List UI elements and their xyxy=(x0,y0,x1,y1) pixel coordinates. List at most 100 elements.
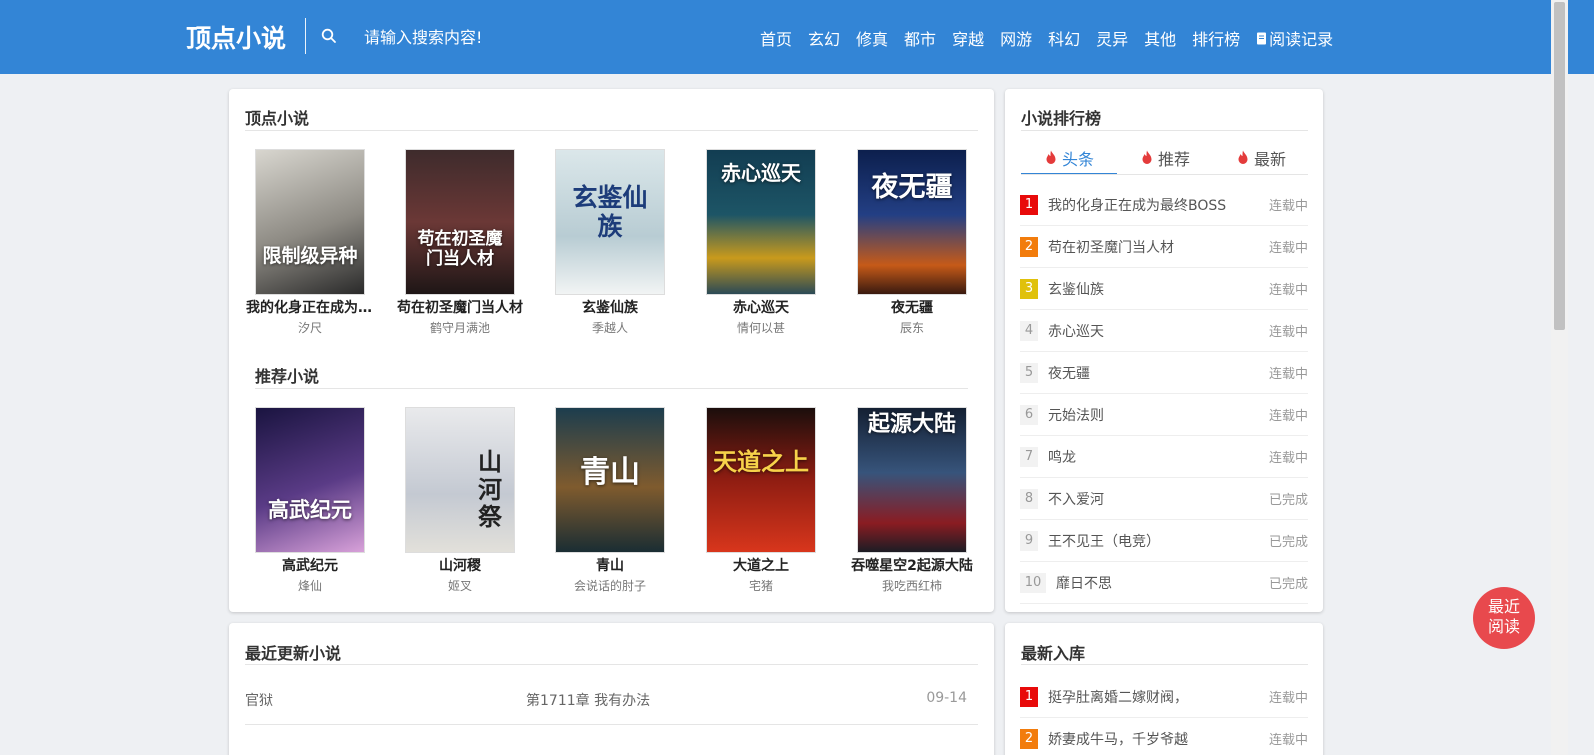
ranking-item[interactable]: 7 鸣龙 连载中 xyxy=(1020,436,1308,478)
cover-title-text: 天道之上 xyxy=(713,447,809,476)
rank-title[interactable]: 王不见王（电竞） xyxy=(1048,531,1261,551)
book-cover[interactable]: 青山 xyxy=(555,407,665,553)
search-icon[interactable] xyxy=(321,28,337,44)
search-input[interactable] xyxy=(358,22,578,52)
book-cover[interactable]: 限制级异种 xyxy=(255,149,365,295)
ranking-item[interactable]: 4 赤心巡天 连载中 xyxy=(1020,310,1308,352)
book-title[interactable]: 玄鉴仙族 xyxy=(540,297,680,317)
ranking-item[interactable]: 10 靡日不思 已完成 xyxy=(1020,562,1308,604)
nav-reading-history[interactable]: 阅读记录 xyxy=(1256,26,1333,50)
ranking-item[interactable]: 5 夜无疆 连载中 xyxy=(1020,352,1308,394)
ranking-item[interactable]: 9 王不见王（电竞） 已完成 xyxy=(1020,520,1308,562)
book-cover[interactable]: 山河祭 xyxy=(405,407,515,553)
book-card[interactable]: 夜无疆 夜无疆 辰东 xyxy=(842,149,982,336)
rank-number: 8 xyxy=(1020,488,1038,509)
book-title[interactable]: 苟在初圣魔门当人材 xyxy=(390,297,530,317)
book-cover[interactable]: 起源大陆 xyxy=(857,407,967,553)
book-author: 鹤守月满池 xyxy=(429,321,490,335)
rank-title[interactable]: 夜无疆 xyxy=(1048,363,1261,383)
tab-toutiao[interactable]: 头条 xyxy=(1021,146,1117,170)
nav-xiuzhen[interactable]: 修真 xyxy=(856,26,888,50)
book-card[interactable]: 高武纪元 高武纪元 烽仙 xyxy=(240,407,380,594)
rank-title[interactable]: 苟在初圣魔门当人材 xyxy=(1048,237,1261,257)
nav-xuanhuan[interactable]: 玄幻 xyxy=(808,26,840,50)
book-cover[interactable]: 苟在初圣魔门当人材 xyxy=(405,149,515,295)
rank-status: 连载中 xyxy=(1268,451,1308,466)
recent-reading-line1: 最近 xyxy=(1487,597,1520,616)
rank-number: 2 xyxy=(1020,728,1038,749)
book-cover[interactable]: 高武纪元 xyxy=(255,407,365,553)
book-author: 情何以甚 xyxy=(736,321,785,335)
book-title[interactable]: 高武纪元 xyxy=(240,555,380,575)
book-cover[interactable]: 赤心巡天 xyxy=(706,149,816,295)
rank-title[interactable]: 我的化身正在成为最终BOSS xyxy=(1048,195,1261,215)
book-title[interactable]: 山河稷 xyxy=(390,555,530,575)
cover-title-text: 高武纪元 xyxy=(268,497,352,522)
book-cover[interactable]: 天道之上 xyxy=(706,407,816,553)
nav-kehuan[interactable]: 科幻 xyxy=(1048,26,1080,50)
ranking-item[interactable]: 6 元始法则 连载中 xyxy=(1020,394,1308,436)
book-cover[interactable]: 夜无疆 xyxy=(857,149,967,295)
nav-home[interactable]: 首页 xyxy=(760,26,792,50)
book-title[interactable]: 我的化身正在成为最终BOSS xyxy=(240,297,380,317)
nav-chuanyue[interactable]: 穿越 xyxy=(952,26,984,50)
nav-lingyi[interactable]: 灵异 xyxy=(1096,26,1128,50)
newest-item[interactable]: 2 娇妻成牛马，千岁爷越 连载中 xyxy=(1020,718,1308,755)
nav-dushi[interactable]: 都市 xyxy=(904,26,936,50)
ranking-title: 小说排行榜 xyxy=(1021,109,1102,128)
book-title[interactable]: 赤心巡天 xyxy=(691,297,831,317)
ranking-item[interactable]: 1 我的化身正在成为最终BOSS 连载中 xyxy=(1020,184,1308,226)
updates-title: 最近更新小说 xyxy=(245,644,342,663)
rank-number: 5 xyxy=(1020,362,1038,383)
nav-wangyou[interactable]: 网游 xyxy=(1000,26,1032,50)
update-row-divider xyxy=(245,724,978,725)
scrollbar-thumb[interactable] xyxy=(1554,2,1565,330)
rank-number: 4 xyxy=(1020,320,1038,341)
ranking-divider xyxy=(1021,130,1308,131)
recent-reading-line2: 阅读 xyxy=(1487,617,1520,636)
nav-ranking[interactable]: 排行榜 xyxy=(1192,26,1240,50)
rank-title[interactable]: 不入爱河 xyxy=(1048,489,1261,509)
book-author: 辰东 xyxy=(899,321,924,335)
cover-title-text: 青山 xyxy=(580,455,640,490)
book-title[interactable]: 大道之上 xyxy=(691,555,831,575)
recent-reading-button[interactable]: 最近 阅读 xyxy=(1473,587,1535,649)
update-chapter[interactable]: 第1711章 我有办法 xyxy=(526,690,650,710)
book-card[interactable]: 玄鉴仙族 玄鉴仙族 季越人 xyxy=(540,149,680,336)
site-logo[interactable]: 顶点小说 xyxy=(186,19,286,55)
rank-title[interactable]: 鸣龙 xyxy=(1048,447,1261,467)
rank-title[interactable]: 靡日不思 xyxy=(1056,573,1261,593)
recommended-title: 推荐小说 xyxy=(255,367,320,386)
rank-number: 10 xyxy=(1020,572,1046,593)
book-card[interactable]: 山河祭 山河稷 姬叉 xyxy=(390,407,530,594)
book-card[interactable]: 起源大陆 吞噬星空2起源大陆 我吃西红柿 xyxy=(842,407,982,594)
book-title[interactable]: 夜无疆 xyxy=(842,297,982,317)
book-card[interactable]: 青山 青山 会说话的肘子 xyxy=(540,407,680,594)
book-cover[interactable]: 玄鉴仙族 xyxy=(555,149,665,295)
nav-reading-history-label: 阅读记录 xyxy=(1269,30,1334,49)
ranking-item[interactable]: 3 玄鉴仙族 连载中 xyxy=(1020,268,1308,310)
rank-title[interactable]: 赤心巡天 xyxy=(1048,321,1261,341)
book-title[interactable]: 吞噬星空2起源大陆 xyxy=(842,555,982,575)
tab-tuijian[interactable]: 推荐 xyxy=(1117,146,1213,170)
rank-title[interactable]: 玄鉴仙族 xyxy=(1048,279,1261,299)
tab-label: 头条 xyxy=(1061,150,1094,169)
update-book-name[interactable]: 官狱 xyxy=(245,690,273,710)
book-card[interactable]: 赤心巡天 赤心巡天 情何以甚 xyxy=(691,149,831,336)
fire-icon xyxy=(1142,150,1152,164)
newest-item[interactable]: 1 挺孕肚离婚二嫁财阀， 连载中 xyxy=(1020,676,1308,718)
rank-status: 连载中 xyxy=(1268,283,1308,298)
ranking-item[interactable]: 8 不入爱河 已完成 xyxy=(1020,478,1308,520)
ranking-item[interactable]: 2 苟在初圣魔门当人材 连载中 xyxy=(1020,226,1308,268)
book-card[interactable]: 天道之上 大道之上 宅猪 xyxy=(691,407,831,594)
book-title[interactable]: 青山 xyxy=(540,555,680,575)
book-card[interactable]: 限制级异种 我的化身正在成为最终BOSS 汐尺 xyxy=(240,149,380,336)
rank-title[interactable]: 挺孕肚离婚二嫁财阀， xyxy=(1048,687,1261,707)
rank-title[interactable]: 娇妻成牛马，千岁爷越 xyxy=(1048,729,1261,749)
book-card[interactable]: 苟在初圣魔门当人材 苟在初圣魔门当人材 鹤守月满池 xyxy=(390,149,530,336)
book-author: 会说话的肘子 xyxy=(573,579,646,593)
tab-zuixin[interactable]: 最新 xyxy=(1213,146,1309,170)
cover-title-text: 苟在初圣魔门当人材 xyxy=(417,229,503,269)
rank-title[interactable]: 元始法则 xyxy=(1048,405,1261,425)
nav-qita[interactable]: 其他 xyxy=(1144,26,1176,50)
